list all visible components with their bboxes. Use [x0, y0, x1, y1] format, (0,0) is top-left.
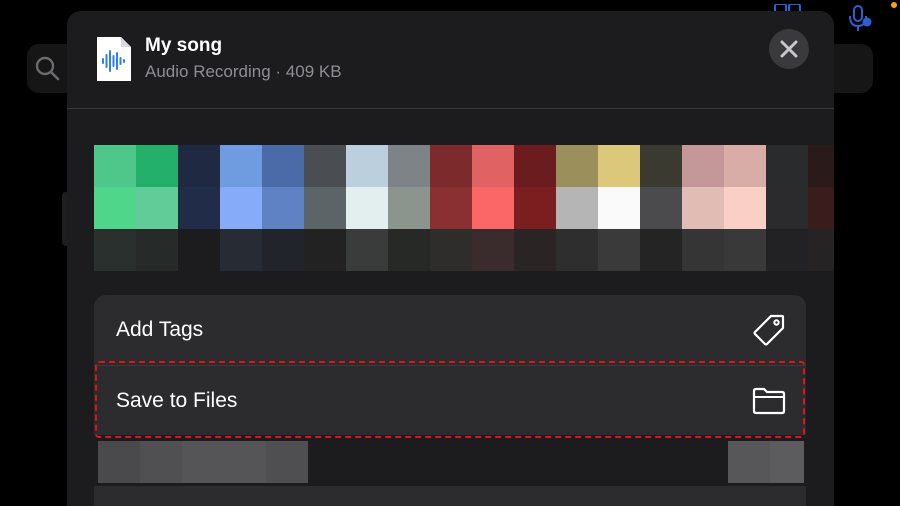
- microphone-icon: [849, 5, 872, 31]
- close-icon: [780, 40, 798, 58]
- more-actions-row-obscured: [98, 441, 806, 483]
- file-title: My song: [145, 35, 223, 56]
- add-tags-row[interactable]: Add Tags: [94, 295, 806, 365]
- search-icon: [35, 56, 60, 81]
- folder-icon: [752, 384, 786, 418]
- file-subtitle: Audio Recording · 409 KB: [145, 62, 342, 81]
- lower-action-group: [94, 486, 806, 506]
- save-to-files-label: Save to Files: [116, 388, 238, 412]
- screen: My song Audio Recording · 409 KB Add Tag…: [0, 0, 900, 506]
- close-button[interactable]: [769, 29, 809, 69]
- recording-indicator-dot: [891, 2, 897, 8]
- tag-icon: [752, 313, 786, 347]
- action-list: Add Tags Save to Files: [94, 295, 806, 435]
- add-tags-label: Add Tags: [116, 318, 204, 341]
- audio-waveform-file-icon: [97, 37, 131, 81]
- share-targets-row-obscured: [94, 145, 834, 271]
- share-sheet-header: My song Audio Recording · 409 KB: [67, 11, 834, 108]
- save-to-files-row[interactable]: Save to Files: [94, 365, 806, 435]
- header-divider: [67, 108, 834, 109]
